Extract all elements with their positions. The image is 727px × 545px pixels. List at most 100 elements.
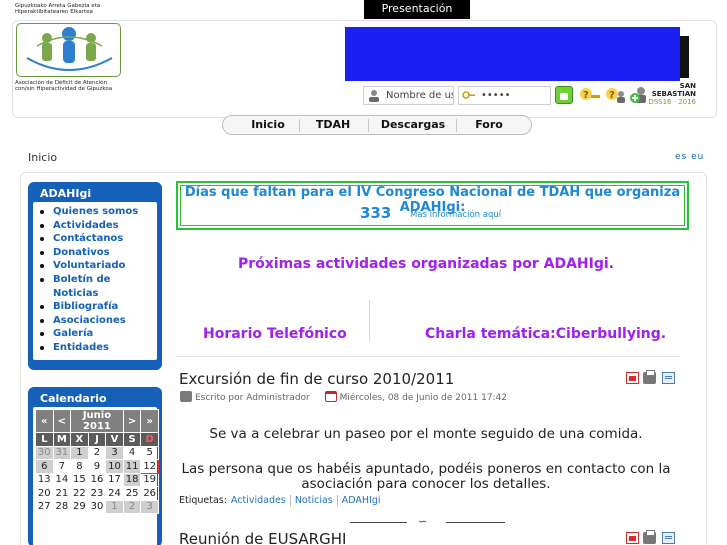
calendar-day[interactable]: 3 (140, 499, 159, 514)
print-icon[interactable] (643, 530, 656, 544)
calendar-day[interactable]: 2 (122, 499, 142, 514)
presentation-tab[interactable]: Presentación (364, 0, 470, 19)
calendar-day[interactable]: 10 (105, 459, 124, 474)
nav-tdah[interactable]: TDAH (303, 116, 363, 134)
activities-heading: Próximas actividades organizadas por ADA… (237, 256, 614, 272)
calendar-day[interactable]: 27 (35, 499, 54, 514)
menu-module-title: ADAHIgi (40, 187, 92, 200)
calendar-day[interactable]: 8 (70, 459, 89, 474)
article-title[interactable]: Excursión de fin de curso 2010/2011 (179, 370, 454, 388)
weekday-label: L (35, 432, 54, 447)
pdf-icon[interactable] (626, 372, 639, 384)
article-tags: Etiquetas: Actividades Noticias ADAHIgi (179, 495, 385, 506)
menu-item-actividades[interactable]: Actividades (39, 219, 157, 233)
calendar-day[interactable]: 18 (122, 472, 142, 487)
email-icon[interactable] (662, 372, 675, 384)
column-divider (369, 300, 370, 342)
password-input[interactable]: ••••• (458, 86, 551, 105)
tag-link[interactable]: ADAHIgi (342, 495, 385, 506)
calendar-day[interactable]: 16 (87, 472, 107, 487)
forgot-username-icon[interactable]: ? (605, 86, 627, 104)
menu-item-contactanos[interactable]: Contáctanos (39, 232, 157, 246)
calendar-next-month[interactable]: > (122, 409, 142, 433)
calendar-day[interactable]: 20 (35, 486, 54, 501)
lang-es-link[interactable]: es (675, 152, 687, 162)
nav-separator (368, 119, 369, 132)
calendar-day[interactable]: 1 (105, 499, 124, 514)
article-date: Miércoles, 08 de Junio de 2011 17:42 (339, 393, 507, 403)
author-icon (180, 391, 192, 402)
calendar-day[interactable]: 30 (87, 499, 107, 514)
username-input[interactable]: Nombre de usu (363, 86, 454, 105)
article-paragraph: Las persona que os habéis apuntado, podé… (181, 461, 671, 492)
breadcrumb[interactable]: Inicio (28, 151, 57, 164)
calendar-day-today[interactable]: 12 (140, 459, 159, 474)
calendar-day[interactable]: 28 (52, 499, 72, 514)
nav-descargas[interactable]: Descargas (373, 116, 453, 134)
calendar-day[interactable]: 31 (52, 445, 72, 460)
email-icon[interactable] (662, 532, 675, 544)
calendar-day[interactable]: 5 (140, 445, 159, 460)
tag-link[interactable]: Actividades (230, 495, 291, 506)
user-icon (369, 90, 379, 102)
calendar-day[interactable]: 19 (140, 472, 159, 487)
menu-item-donativos[interactable]: Donativos (39, 246, 157, 260)
calendar-day[interactable]: 3 (105, 445, 124, 460)
article-meta: Escrito por Administrador Miércoles, 08 … (180, 391, 507, 403)
nav-inicio[interactable]: Inicio (243, 116, 293, 134)
language-switcher: es eu (675, 152, 704, 162)
countdown-more-info-link[interactable]: Más información aquí (410, 210, 501, 220)
calendar-prev-month[interactable]: < (52, 409, 72, 433)
calendar-day[interactable]: 17 (105, 472, 124, 487)
calendar-day[interactable]: 22 (70, 486, 89, 501)
forgot-password-icon[interactable]: ? (579, 86, 601, 104)
calendar-day[interactable]: 13 (35, 472, 54, 487)
site-logo[interactable]: Gipuzkoako Arreta Gabezia eta Hiperaktib… (15, 3, 140, 99)
tag-link[interactable]: Noticias (294, 495, 338, 506)
header-banner[interactable] (345, 27, 680, 81)
nav-foro[interactable]: Foro (459, 116, 519, 134)
calendar-day[interactable]: 24 (105, 486, 124, 501)
pdf-icon[interactable] (626, 532, 639, 544)
weekday-label: V (105, 432, 124, 447)
menu-item-entidades[interactable]: Entidades (39, 341, 157, 355)
phone-hours-link[interactable]: Horario Telefónico (203, 326, 347, 342)
calendar-day[interactable]: 6 (35, 459, 54, 474)
article-title[interactable]: Reunión de EUSARGHI (179, 530, 346, 545)
calendar-prev-year[interactable]: « (35, 409, 54, 433)
logo-text-basque-2: Hiperaktibitatearen Elkartea (15, 9, 93, 15)
menu-item-bibliografia[interactable]: Bibliografía (39, 300, 157, 314)
register-user-icon[interactable] (630, 86, 648, 104)
banner-edge (680, 36, 689, 78)
calendar-day[interactable]: 11 (122, 459, 142, 474)
menu-item-boletin[interactable]: Boletín de Noticias (39, 273, 111, 300)
calendar-day[interactable]: 30 (35, 445, 54, 460)
calendar-day[interactable]: 25 (122, 486, 142, 501)
calendar-icon (324, 391, 337, 402)
calendar-day[interactable]: 4 (122, 445, 142, 460)
menu-item-galeria[interactable]: Galería (39, 327, 157, 341)
calendar-day[interactable]: 2 (87, 445, 107, 460)
calendar-day[interactable]: 15 (70, 472, 89, 487)
calendar-day[interactable]: 14 (52, 472, 72, 487)
ciberbullying-talk-link[interactable]: Charla temática:Ciberbullying. (425, 326, 666, 342)
sidebar-menu: Quienes somos Actividades Contáctanos Do… (33, 202, 157, 355)
calendar-day[interactable]: 21 (52, 486, 72, 501)
calendar-day[interactable]: 26 (140, 486, 159, 501)
menu-item-voluntariado[interactable]: Voluntariado (39, 259, 157, 273)
calendar-day[interactable]: 23 (87, 486, 107, 501)
calendar-day[interactable]: 29 (70, 499, 89, 514)
password-mask: ••••• (481, 90, 511, 101)
lang-eu-link[interactable]: eu (691, 152, 704, 162)
calendar-module-title: Calendario (40, 392, 107, 405)
calendar-day[interactable]: 7 (52, 459, 72, 474)
menu-item-quienes-somos[interactable]: Quienes somos (39, 205, 157, 219)
calendar-day[interactable]: 1 (70, 445, 89, 460)
calendar-day[interactable]: 9 (87, 459, 107, 474)
print-icon[interactable] (643, 370, 656, 384)
calendar-next-year[interactable]: » (140, 409, 159, 433)
login-lock-button[interactable] (555, 86, 573, 104)
menu-item-asociaciones[interactable]: Asociaciones (39, 314, 157, 328)
weekday-label: D (140, 432, 159, 447)
article-actions (626, 370, 678, 386)
